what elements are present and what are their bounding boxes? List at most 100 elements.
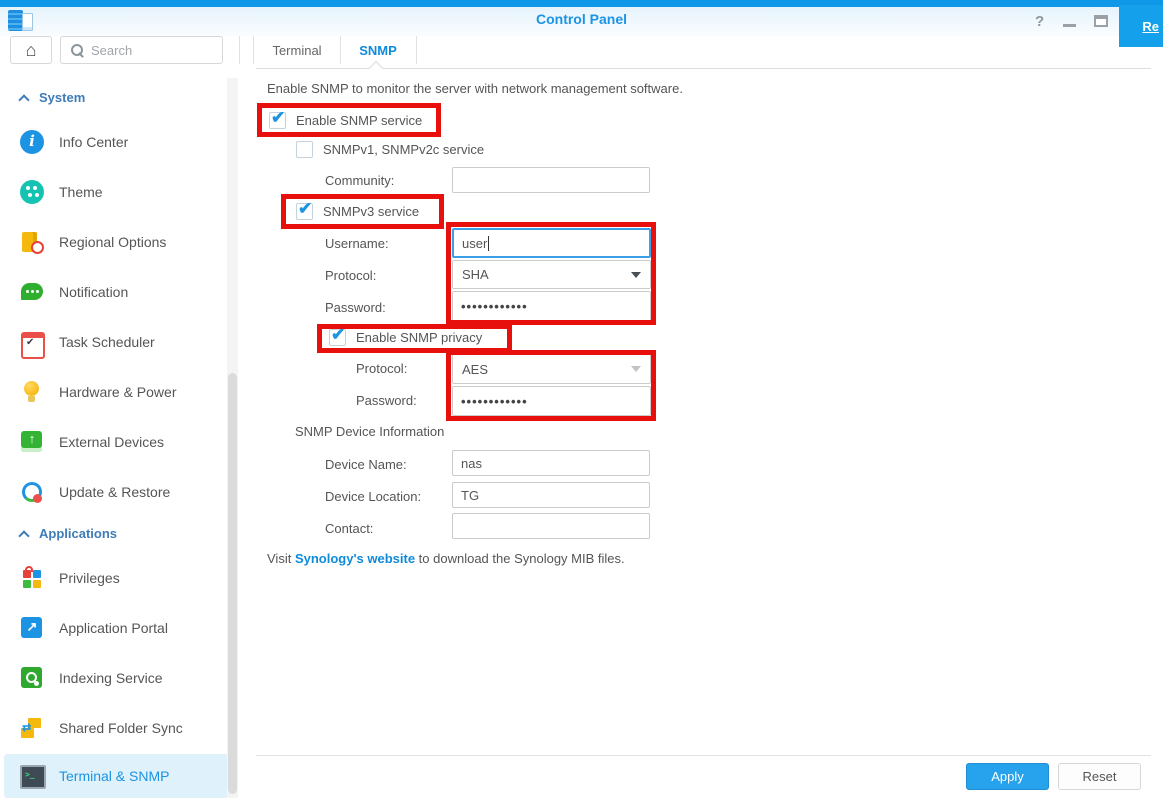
- sidebar-item-label: Task Scheduler: [59, 334, 155, 350]
- checkbox-label: SNMPv3 service: [323, 204, 419, 219]
- auth-protocol-label: Protocol:: [325, 268, 376, 283]
- community-input[interactable]: [452, 167, 650, 193]
- hardware-power-icon: [20, 380, 44, 404]
- auth-password-label: Password:: [325, 300, 386, 315]
- sidebar-item-shared-folder-sync[interactable]: Shared Folder Sync: [4, 704, 228, 752]
- search-input[interactable]: Search: [60, 36, 223, 64]
- auth-password-input[interactable]: ••••••••••••: [452, 291, 651, 321]
- contact-label: Contact:: [325, 521, 373, 536]
- info-center-icon: [20, 130, 44, 154]
- notification-icon: [20, 280, 44, 304]
- contact-input[interactable]: [452, 513, 650, 539]
- shared-folder-sync-icon: [20, 716, 44, 740]
- sidebar-item-theme[interactable]: Theme: [4, 168, 228, 216]
- indexing-service-icon: [20, 666, 44, 690]
- sidebar-item-label: Hardware & Power: [59, 384, 177, 400]
- checkbox-label: SNMPv1, SNMPv2c service: [323, 142, 484, 157]
- enable-snmp-service-checkbox[interactable]: [269, 112, 286, 129]
- snmpv3-service-checkbox[interactable]: [296, 203, 313, 220]
- external-devices-icon: [20, 430, 44, 454]
- sidebar-item-external-devices[interactable]: External Devices: [4, 418, 228, 466]
- sidebar-item-label: Privileges: [59, 570, 120, 586]
- privacy-protocol-select[interactable]: AES: [452, 354, 651, 384]
- enable-snmp-privacy-checkbox[interactable]: [329, 329, 346, 346]
- mib-note: Visit Synology's website to download the…: [267, 551, 625, 566]
- chevron-up-icon: [18, 94, 29, 105]
- sidebar-item-indexing-service[interactable]: Indexing Service: [4, 654, 228, 702]
- desktop-top-strip: [0, 0, 1163, 7]
- snmp-description: Enable SNMP to monitor the server with n…: [267, 81, 683, 96]
- sidebar-item-label: Theme: [59, 184, 103, 200]
- sidebar-section-system[interactable]: System: [20, 90, 85, 105]
- toolbar-tab-divider: [239, 36, 240, 64]
- sidebar-item-label: Update & Restore: [59, 484, 170, 500]
- reset-button[interactable]: Reset: [1058, 763, 1141, 790]
- snmpv1-service-row[interactable]: SNMPv1, SNMPv2c service: [296, 141, 484, 158]
- sidebar-item-update-restore[interactable]: Update & Restore: [4, 468, 228, 516]
- sidebar-item-info-center[interactable]: Info Center: [4, 118, 228, 166]
- enable-snmp-service-row[interactable]: Enable SNMP service: [269, 112, 422, 129]
- maximize-icon[interactable]: [1094, 15, 1108, 27]
- theme-icon: [20, 180, 44, 204]
- enable-snmp-privacy-row[interactable]: Enable SNMP privacy: [329, 329, 482, 346]
- home-button[interactable]: ⌂: [10, 36, 52, 64]
- sidebar-item-terminal-snmp[interactable]: Terminal & SNMP: [4, 754, 228, 798]
- privacy-protocol-label: Protocol:: [356, 361, 407, 376]
- tab-divider: [416, 36, 417, 64]
- update-restore-icon: [20, 480, 44, 504]
- sidebar-item-label: Terminal & SNMP: [59, 768, 169, 784]
- privileges-icon: [20, 566, 44, 590]
- chevron-down-icon: [631, 272, 641, 278]
- sidebar-scrollbar-thumb[interactable]: [228, 373, 237, 794]
- privacy-password-label: Password:: [356, 393, 417, 408]
- auth-protocol-select[interactable]: SHA: [452, 260, 651, 289]
- community-label: Community:: [325, 173, 394, 188]
- home-icon: ⌂: [26, 41, 37, 59]
- sidebar-item-notification[interactable]: Notification: [4, 268, 228, 316]
- search-icon: [70, 43, 84, 57]
- sidebar-item-label: Regional Options: [59, 234, 166, 250]
- minimize-icon[interactable]: [1063, 24, 1076, 27]
- sidebar-item-task-scheduler[interactable]: Task Scheduler: [4, 318, 228, 366]
- re-overlay-button[interactable]: Re: [1119, 5, 1163, 47]
- snmpv3-service-row[interactable]: SNMPv3 service: [296, 203, 419, 220]
- sidebar-item-hardware-power[interactable]: Hardware & Power: [4, 368, 228, 416]
- tab-terminal[interactable]: Terminal: [254, 36, 340, 64]
- tab-snmp[interactable]: SNMP: [340, 36, 416, 64]
- sidebar-item-label: Shared Folder Sync: [59, 720, 183, 736]
- username-input[interactable]: user: [452, 228, 651, 258]
- device-info-section-title: SNMP Device Information: [295, 424, 444, 439]
- sidebar-item-label: Notification: [59, 284, 128, 300]
- help-icon[interactable]: ?: [1035, 13, 1044, 30]
- sidebar-item-label: External Devices: [59, 434, 164, 450]
- sidebar-item-application-portal[interactable]: Application Portal: [4, 604, 228, 652]
- terminal-snmp-icon: [20, 764, 44, 788]
- application-portal-icon: [20, 616, 44, 640]
- regional-options-icon: [20, 230, 44, 254]
- sidebar-item-regional-options[interactable]: Regional Options: [4, 218, 228, 266]
- sidebar-item-label: Info Center: [59, 134, 128, 150]
- sidebar-section-applications[interactable]: Applications: [20, 526, 117, 541]
- task-scheduler-icon: [20, 330, 44, 354]
- sidebar-item-label: Application Portal: [59, 620, 168, 636]
- checkbox-label: Enable SNMP privacy: [356, 330, 482, 345]
- search-placeholder: Search: [91, 43, 132, 58]
- synology-website-link[interactable]: Synology's website: [295, 551, 415, 566]
- apply-button[interactable]: Apply: [966, 763, 1049, 790]
- username-value: user: [462, 236, 487, 251]
- sidebar-item-privileges[interactable]: Privileges: [4, 554, 228, 602]
- privacy-password-value: ••••••••••••: [461, 394, 528, 409]
- checkbox-label: Enable SNMP service: [296, 113, 422, 128]
- window-title: Control Panel: [0, 11, 1163, 27]
- device-name-input[interactable]: nas: [452, 450, 650, 476]
- username-label: Username:: [325, 236, 389, 251]
- auth-password-value: ••••••••••••: [461, 299, 528, 314]
- sidebar-item-label: Indexing Service: [59, 670, 163, 686]
- device-location-input[interactable]: TG: [452, 482, 650, 508]
- section-label: System: [39, 90, 85, 105]
- mib-note-prefix: Visit: [267, 551, 295, 566]
- privacy-password-input[interactable]: ••••••••••••: [452, 386, 651, 416]
- snmpv1-service-checkbox[interactable]: [296, 141, 313, 158]
- device-name-value: nas: [461, 456, 482, 471]
- mib-note-suffix: to download the Synology MIB files.: [415, 551, 625, 566]
